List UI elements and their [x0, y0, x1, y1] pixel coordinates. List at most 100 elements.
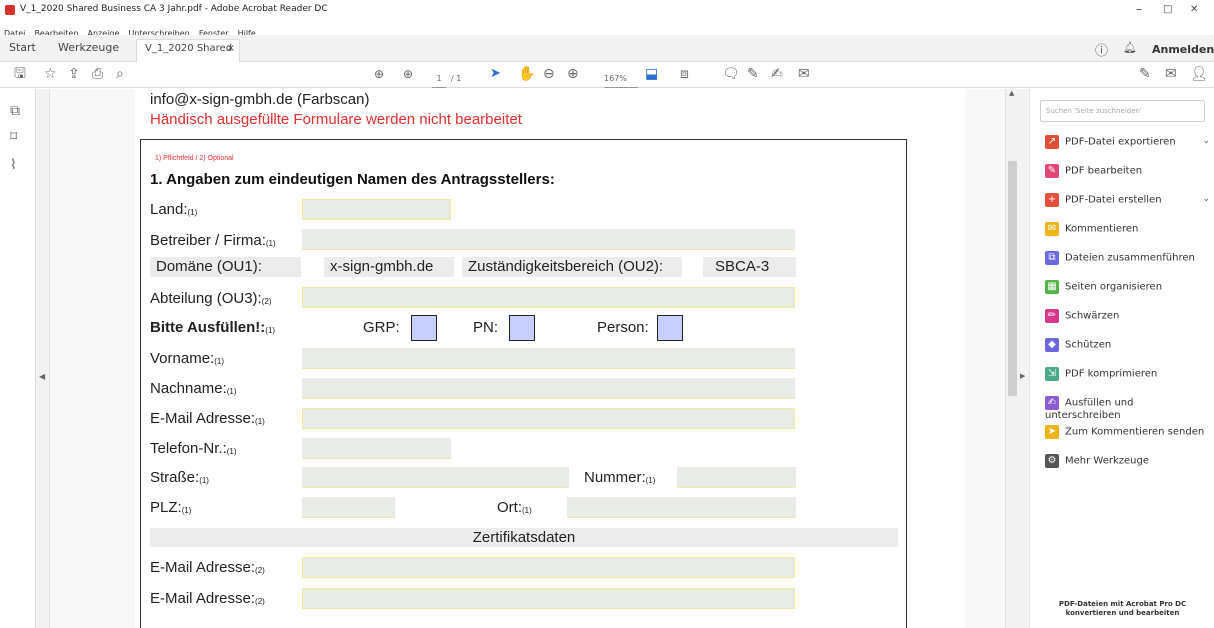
label-nachname: Nachname:(1): [150, 380, 237, 397]
share-icon[interactable]: ✉: [798, 66, 810, 82]
tool-item[interactable]: ◆ Schützen: [1045, 338, 1210, 358]
save-icon[interactable]: 🖫: [14, 66, 26, 82]
close-button[interactable]: ✕: [1190, 4, 1198, 15]
tool-label: Kommentieren: [1065, 223, 1139, 235]
chevron-left-icon: ◀: [39, 372, 46, 381]
left-panel-collapse[interactable]: ◀: [36, 89, 50, 628]
label-abteilung: Abteilung (OU3):(2): [150, 290, 272, 307]
minimize-button[interactable]: –: [1136, 2, 1142, 16]
document-vertical-scrollbar[interactable]: ▲: [1005, 89, 1018, 628]
notifications-bell-icon[interactable]: 🔔︎: [1123, 41, 1137, 54]
fit-page-icon[interactable]: ⬓: [645, 66, 658, 82]
tool-item[interactable]: ✍ Ausfüllen und unterschreiben: [1045, 396, 1210, 421]
pn-checkbox[interactable]: [509, 315, 535, 341]
applicant-form: 1) Pflichtfeld / 2) Optional 1. Angaben …: [140, 139, 907, 628]
label-land: Land:(1): [150, 201, 198, 218]
search-icon[interactable]: ⌕: [116, 66, 124, 82]
tab-start[interactable]: Start: [9, 39, 36, 57]
tool-label: PDF komprimieren: [1065, 368, 1158, 380]
label-telefon: Telefon-Nr.:(1): [150, 440, 237, 457]
tool-item[interactable]: ▦ Seiten organisieren: [1045, 280, 1210, 300]
document-viewport: info@x-sign-gmbh.de (Farbscan) Händisch …: [50, 89, 1005, 628]
upload-icon[interactable]: ⇪: [68, 66, 80, 82]
bookmarks-icon[interactable]: ⌑: [10, 129, 17, 145]
sign-icon[interactable]: ✍: [771, 66, 783, 82]
label-email-optional-1: E-Mail Adresse:(2): [150, 559, 265, 576]
print-icon[interactable]: ⎙: [92, 66, 103, 82]
ort-field[interactable]: [567, 497, 796, 518]
nachname-field[interactable]: [302, 378, 795, 399]
plz-field[interactable]: [302, 497, 395, 518]
nummer-field[interactable]: [677, 467, 796, 488]
upsell-line-1: PDF-Dateien mit Acrobat Pro DC: [1058, 600, 1187, 608]
right-panel-collapse[interactable]: ▶: [1018, 89, 1029, 628]
vorname-field[interactable]: [302, 348, 795, 369]
tool-item[interactable]: ✏ Schwärzen: [1045, 309, 1210, 329]
protect-icon: ◆: [1045, 338, 1059, 352]
acrobat-reader-window: V_1_2020 Shared Business CA 3 Jahr.pdf -…: [0, 0, 1214, 628]
label-domaene: Domäne (OU1):: [150, 257, 301, 277]
email-optional-field-1[interactable]: [302, 557, 795, 578]
fill-sign-toolbar-icon[interactable]: ✎: [1139, 66, 1151, 82]
tool-item[interactable]: ⇲ PDF komprimieren: [1045, 367, 1210, 387]
tool-item[interactable]: ⧉ Dateien zusammenführen: [1045, 251, 1210, 271]
email-icon[interactable]: ✉: [1165, 66, 1177, 82]
zoom-in-icon[interactable]: ⊕: [567, 66, 579, 82]
tab-close-icon[interactable]: ×: [227, 40, 235, 58]
tool-item[interactable]: ➤ Zum Kommentieren senden: [1045, 425, 1210, 445]
telefon-field[interactable]: [302, 438, 451, 459]
tool-item[interactable]: ⚙ Mehr Werkzeuge: [1045, 454, 1210, 474]
scrollbar-thumb[interactable]: [1008, 161, 1017, 396]
combine-files-icon: ⧉: [1045, 251, 1059, 265]
tab-bar: Start Werkzeuge V_1_2020 Shared B... × ⓘ…: [0, 35, 1214, 72]
select-cursor-icon[interactable]: ➤: [490, 66, 501, 82]
strasse-field[interactable]: [302, 467, 569, 488]
tool-item[interactable]: ✉ Kommentieren: [1045, 222, 1210, 242]
tool-item[interactable]: ↗ PDF-Datei exportieren ⌄: [1045, 135, 1210, 155]
betreiber-field[interactable]: [302, 229, 795, 250]
tool-item[interactable]: + PDF-Datei erstellen ⌄: [1045, 193, 1210, 213]
chevron-down-icon[interactable]: ⌄: [1202, 136, 1210, 146]
comment-icon: ✉: [1045, 222, 1059, 236]
fill-sign-icon: ✍: [1045, 396, 1059, 410]
tab-document[interactable]: V_1_2020 Shared B... ×: [136, 39, 240, 72]
zoom-level-select[interactable]: 167%: [604, 71, 638, 88]
export-pdf-icon: ↗: [1045, 135, 1059, 149]
create-pdf-icon: +: [1045, 193, 1059, 207]
comment-tool-icon[interactable]: 🗨: [722, 66, 740, 82]
email-field[interactable]: [302, 408, 795, 429]
label-plz: PLZ:(1): [150, 499, 192, 516]
maximize-button[interactable]: □: [1163, 4, 1172, 15]
scroll-up-icon[interactable]: ▲: [1009, 89, 1014, 97]
grp-checkbox[interactable]: [411, 315, 437, 341]
attachments-icon[interactable]: ⌇: [10, 157, 17, 173]
land-field[interactable]: [302, 199, 451, 220]
tool-label: Seiten organisieren: [1065, 281, 1163, 293]
label-zustaendigkeitsbereich: Zuständigkeitsbereich (OU2):: [462, 257, 682, 277]
prev-page-icon[interactable]: ⊕: [374, 66, 384, 82]
zoom-out-icon[interactable]: ⊖: [543, 66, 555, 82]
page-number-input[interactable]: 1: [432, 71, 446, 88]
bookmark-star-icon[interactable]: ☆: [44, 66, 57, 82]
abteilung-field[interactable]: [302, 287, 795, 308]
pages-thumbnail-icon[interactable]: ⧉: [10, 103, 20, 119]
next-page-icon[interactable]: ⊕: [403, 66, 413, 82]
label-email: E-Mail Adresse:(1): [150, 410, 265, 427]
pdf-page: info@x-sign-gmbh.de (Farbscan) Händisch …: [135, 89, 965, 628]
label-person: Person:: [597, 319, 649, 336]
signin-link[interactable]: Anmelden: [1152, 43, 1214, 56]
tools-search-input[interactable]: Suchen 'Seite zuschneiden': [1040, 100, 1205, 122]
chevron-down-icon[interactable]: ⌄: [1202, 194, 1210, 204]
tool-label: Dateien zusammenführen: [1065, 252, 1195, 264]
label-strasse: Straße:(1): [150, 469, 209, 486]
scroll-mode-icon[interactable]: ⧈: [680, 66, 689, 82]
help-icon[interactable]: ⓘ: [1095, 40, 1108, 59]
hand-tool-icon[interactable]: ✋: [518, 66, 535, 82]
tab-tools[interactable]: Werkzeuge: [58, 39, 119, 57]
tool-item[interactable]: ✎ PDF bearbeiten: [1045, 164, 1210, 184]
highlight-pen-icon[interactable]: ✎: [747, 66, 759, 82]
email-optional-field-2[interactable]: [302, 588, 795, 609]
person-checkbox[interactable]: [657, 315, 683, 341]
label-grp: GRP:: [363, 319, 400, 336]
share-people-icon[interactable]: 👤︎: [1190, 66, 1208, 82]
